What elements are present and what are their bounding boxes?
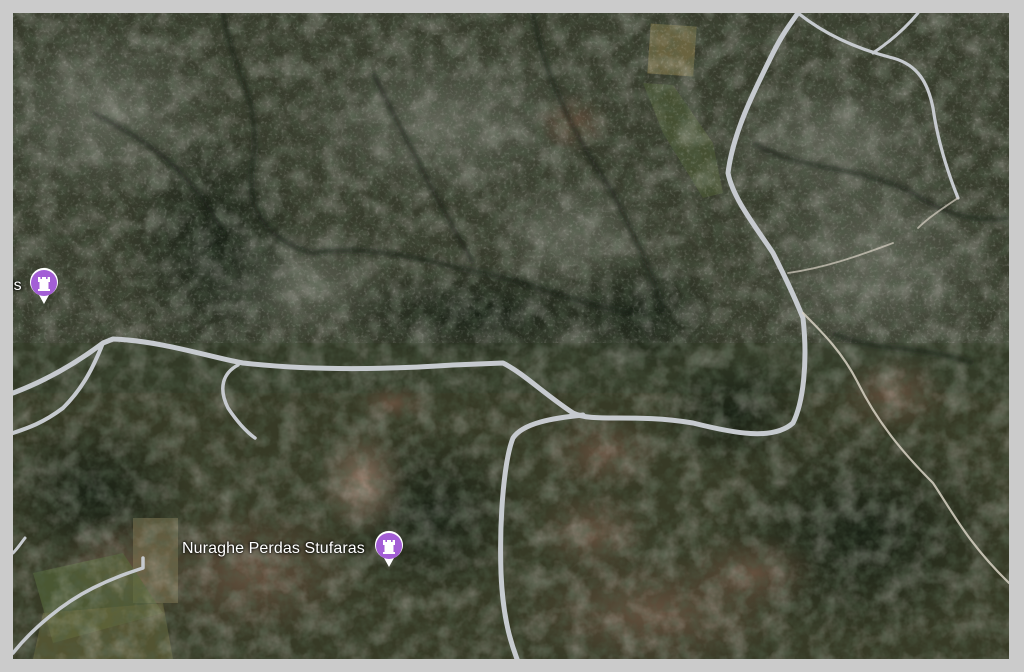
poi-label: Nuraghe Perdas Stufaras: [182, 540, 365, 557]
satellite-map[interactable]: nis Nuraghe Perdas Stufaras: [13, 13, 1009, 659]
castle-tower-icon[interactable]: [28, 267, 60, 305]
poi-partial-left[interactable]: nis: [13, 267, 60, 305]
castle-tower-icon[interactable]: [373, 530, 405, 568]
map-frame: nis Nuraghe Perdas Stufaras: [0, 0, 1024, 672]
poi-label: nis: [13, 277, 22, 294]
poi-nuraghe-perdas-stufaras[interactable]: Nuraghe Perdas Stufaras: [182, 530, 405, 568]
satellite-terrain: [13, 13, 1009, 659]
